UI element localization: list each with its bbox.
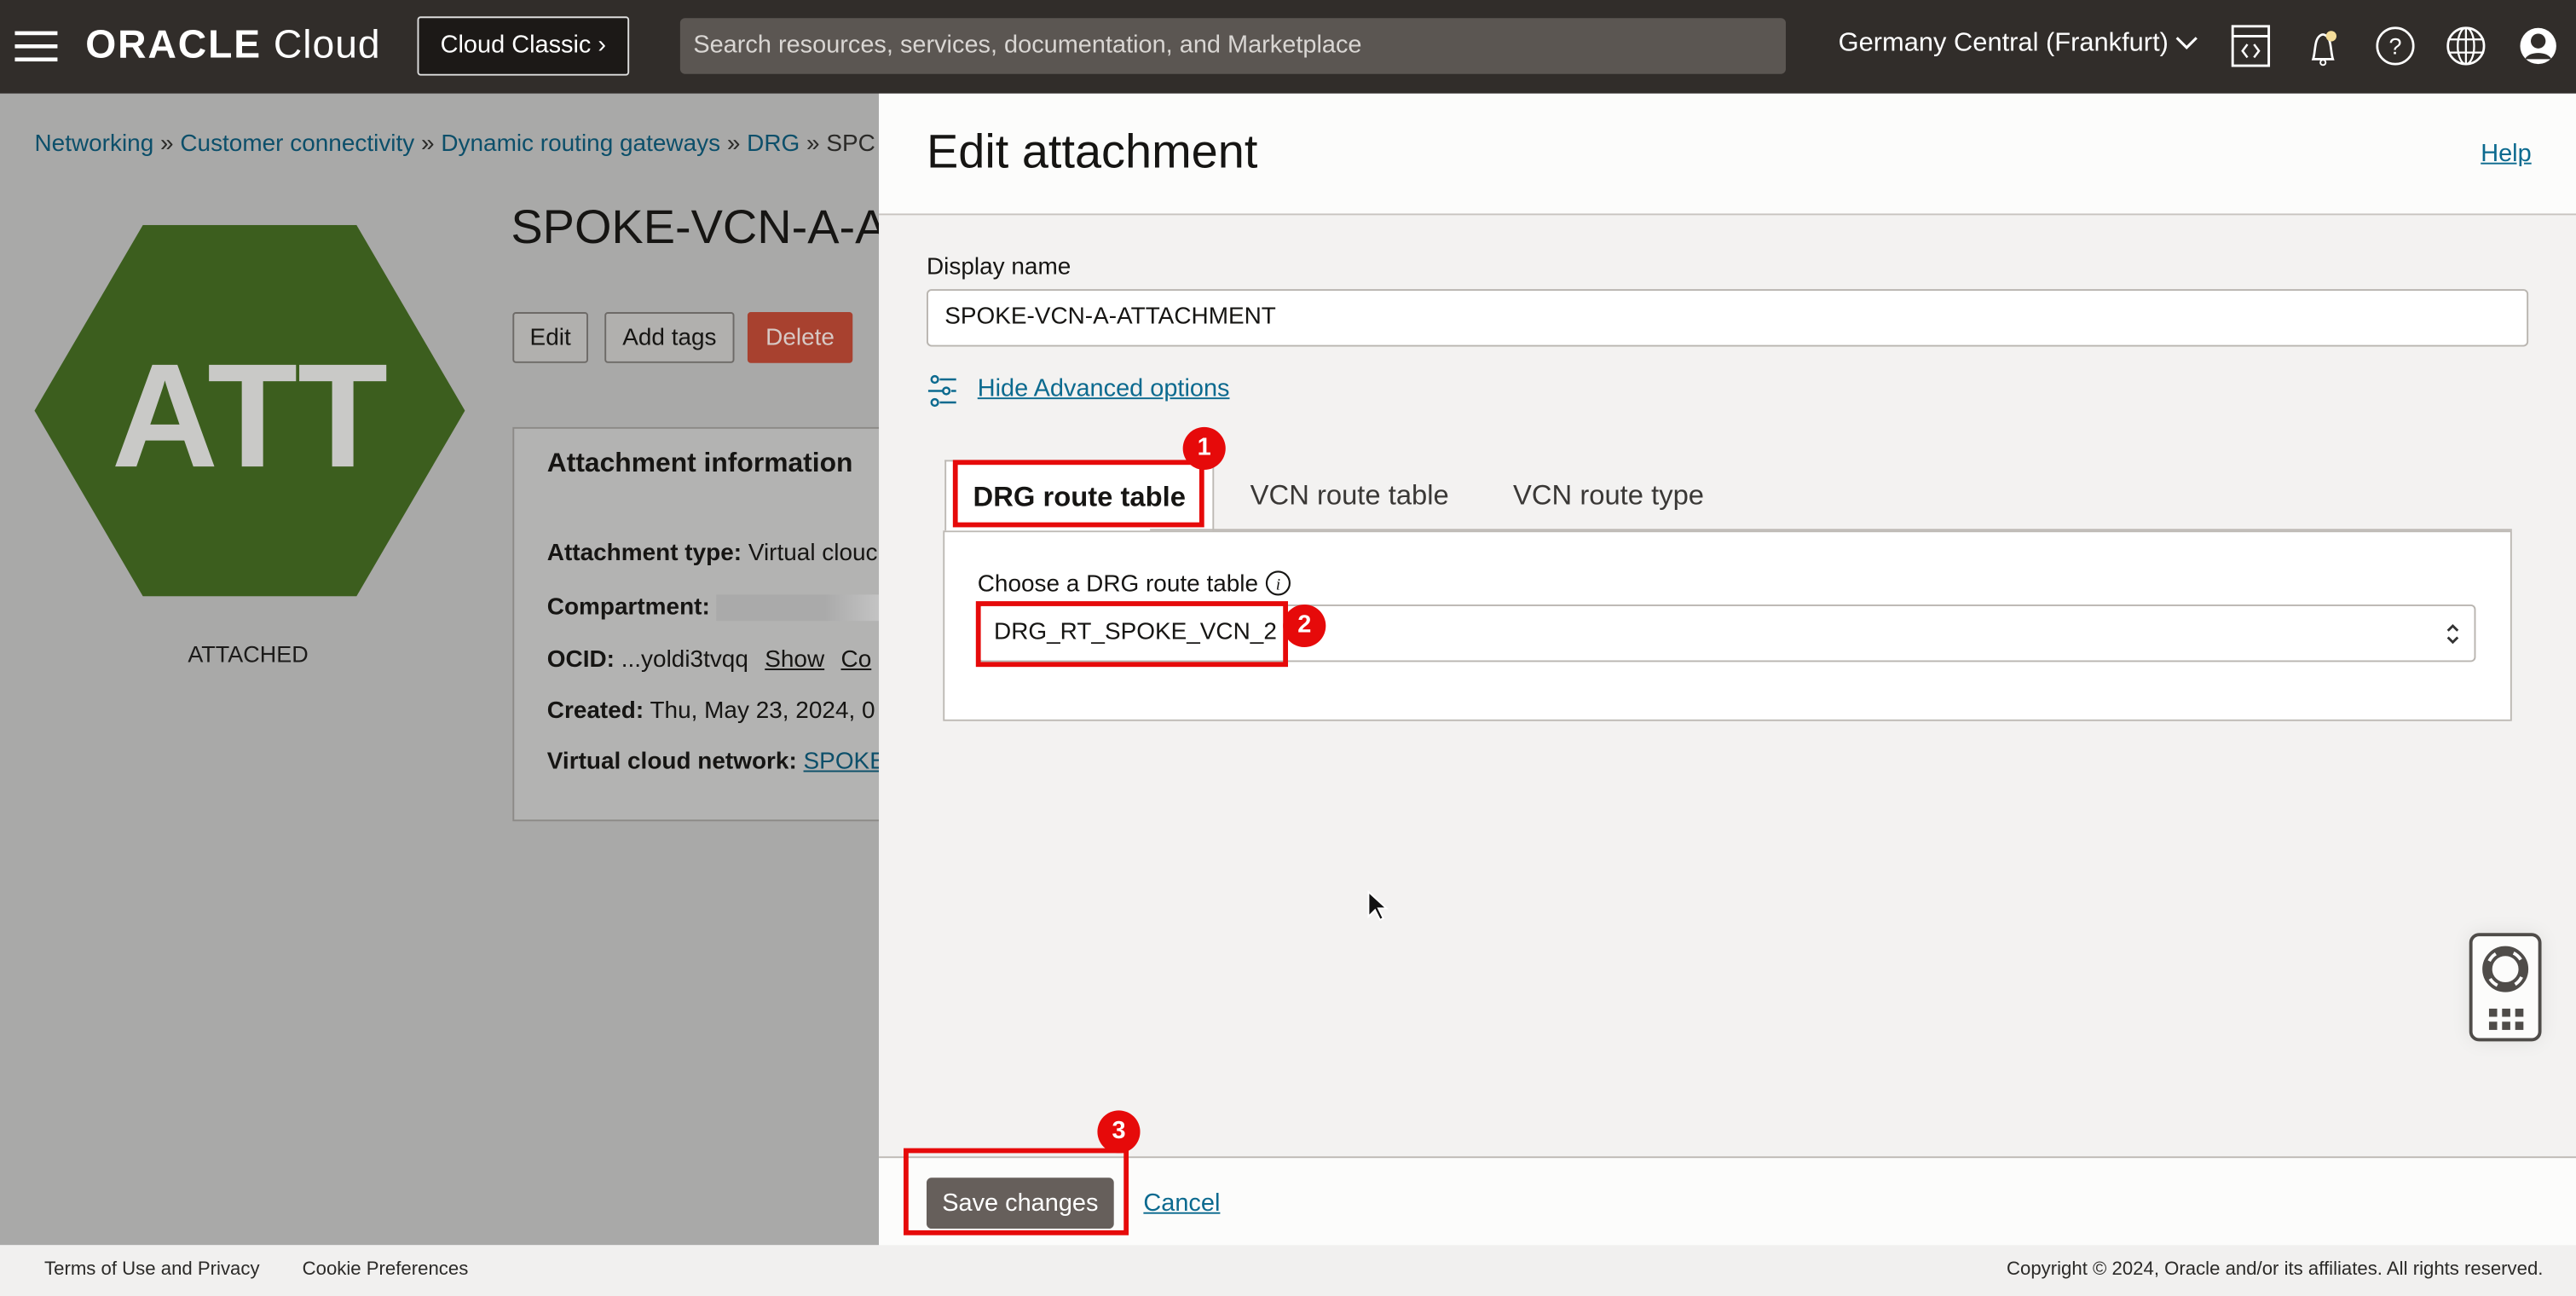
status-label: ATTACHED [188,640,309,668]
annotation-badge-3: 3 [1097,1110,1141,1154]
breadcrumb-networking[interactable]: Networking [34,131,153,158]
menu-icon[interactable] [14,30,58,63]
breadcrumb-customer-connectivity[interactable]: Customer connectivity [180,131,414,158]
globe-icon[interactable] [2443,23,2489,69]
vcn-link[interactable]: SPOKE [804,749,880,775]
hide-advanced-options-link[interactable]: Hide Advanced options [978,374,1230,402]
page-footer: Terms of Use and Privacy Cookie Preferen… [0,1245,2576,1296]
edit-button[interactable]: Edit [512,312,588,363]
ocid-row: OCID: ...yoldi3tvqq Show Co [546,647,872,674]
search-input[interactable]: Search resources, services, documentatio… [679,18,1786,74]
vcn-row: Virtual cloud network: SPOKE [547,749,879,775]
tab-divider [1150,529,2512,531]
display-name-label: Display name [926,254,1071,281]
tab-vcn-route-table[interactable]: VCN route table [1250,460,1449,530]
created-row: Created: Thu, May 23, 2024, 0 [546,697,875,725]
annotation-box-1 [952,460,1204,528]
chevron-right-icon: › [598,31,607,60]
notification-dot [2325,31,2337,42]
help-link[interactable]: Help [2481,140,2531,168]
card-heading: Attachment information [546,448,853,478]
info-icon[interactable]: i [1265,570,1291,596]
select-updown-icon [2446,623,2459,645]
add-tags-button[interactable]: Add tags [604,312,735,363]
terms-link[interactable]: Terms of Use and Privacy [44,1260,260,1280]
annotation-badge-2: 2 [1283,604,1326,648]
route-table-label: Choose a DRG route table i [978,570,1291,598]
attachment-information-card: Attachment information Attachment type: … [512,426,880,822]
mouse-cursor-icon [1367,890,1389,922]
oracle-cloud-logo[interactable]: ORACLE Cloud [85,23,380,69]
bell-icon[interactable] [2300,23,2346,69]
panel-title: Edit attachment [926,126,1258,179]
panel-header: Edit attachment Help [879,93,2576,216]
code-editor-icon[interactable] [2227,23,2273,69]
advanced-options-sliders-icon [927,374,956,408]
ocid-copy-link[interactable]: Co [841,647,872,674]
attachment-hexagon-icon: ATT [34,224,465,597]
breadcrumb-current: SPC [826,131,875,158]
region-selector[interactable]: Germany Central (Frankfurt) [1839,30,2199,60]
background-page-dimmed: Networking » Customer connectivity » Dyn… [0,93,880,1246]
attachment-type-row: Attachment type: Virtual clouc [546,540,878,567]
edit-attachment-panel: Edit attachment Help Display name SPOKE-… [879,93,2576,1247]
help-support-widget[interactable] [2469,933,2542,1042]
panel-footer: Save changes Cancel [879,1156,2576,1247]
redacted-value [716,594,880,622]
lifebuoy-icon [2482,946,2529,992]
svg-text:i: i [1276,576,1280,594]
copyright-text: Copyright © 2024, Oracle and/or its affi… [2007,1259,2544,1280]
ocid-show-link[interactable]: Show [765,647,824,674]
page-title: SPOKE-VCN-A-A [511,201,880,255]
svg-text:?: ? [2389,34,2402,60]
cookie-preferences-link[interactable]: Cookie Preferences [303,1260,469,1280]
breadcrumb: Networking » Customer connectivity » Dyn… [34,131,875,158]
delete-button[interactable]: Delete [747,312,853,363]
cloud-classic-button[interactable]: Cloud Classic › [417,16,630,76]
help-icon[interactable]: ? [2372,23,2418,69]
annotation-box-3 [904,1148,1129,1235]
tab-vcn-route-type[interactable]: VCN route type [1513,460,1704,530]
annotation-badge-1: 1 [1182,426,1226,470]
user-avatar-icon[interactable] [2515,23,2562,69]
breadcrumb-dynamic-routing-gateways[interactable]: Dynamic routing gateways [441,131,720,158]
compartment-row: Compartment: [547,594,880,622]
breadcrumb-drg[interactable]: DRG [747,131,800,158]
top-navigation-bar: ORACLE Cloud Cloud Classic › Search reso… [0,0,2576,94]
cancel-link[interactable]: Cancel [1143,1189,1220,1218]
annotation-box-2 [975,601,1289,668]
chevron-down-icon [2176,37,2198,50]
svg-text:ATT: ATT [112,333,388,498]
display-name-input[interactable]: SPOKE-VCN-A-ATTACHMENT [926,289,2529,347]
apps-grid-icon [2488,1008,2524,1030]
